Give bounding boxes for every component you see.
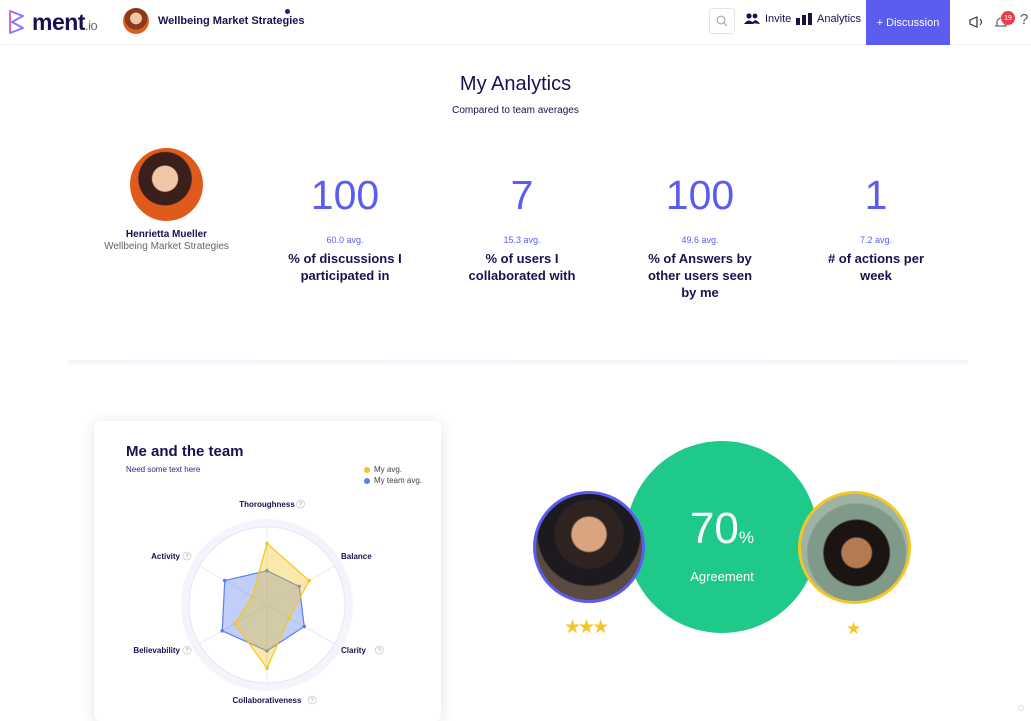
radar-series-team-point: [220, 629, 225, 633]
rating-stars-right: ★: [846, 619, 861, 639]
agreement-number: 70: [689, 504, 739, 553]
help-icon-mark: ?: [185, 554, 189, 560]
rating-stars-left: ★★★: [564, 616, 609, 639]
stat-label: % of users I collaborated with: [468, 251, 576, 283]
radar-axis-label: Balance: [341, 552, 372, 561]
stat-discussions: 100 60.0 avg. % of discussions I partici…: [265, 170, 425, 284]
top-navigation-bar: ment.io Wellbeing Market Strategies Invi…: [0, 0, 1031, 45]
stat-average: 15.3 avg.: [503, 235, 541, 245]
ment-logo[interactable]: ment.io: [6, 8, 98, 36]
user-avatar-left[interactable]: [533, 491, 645, 603]
logo-text: ment.io: [32, 8, 98, 35]
radar-axis-label: Collaborativeness: [233, 696, 302, 705]
radar-series-mine-point: [265, 541, 269, 546]
megaphone-icon[interactable]: [968, 15, 986, 29]
unread-dot: [285, 9, 290, 14]
help-icon[interactable]: ?: [1020, 11, 1028, 28]
profile-avatar: [130, 148, 203, 221]
agreement-unit: %: [738, 528, 755, 547]
star-icon: ★: [564, 617, 581, 638]
corner-indicator: [1018, 705, 1024, 711]
profile-team: Wellbeing Market Strategies: [104, 241, 229, 252]
radar-axis-label: Activity: [151, 552, 180, 561]
users-icon: [744, 13, 760, 24]
radar-axis-label: Thoroughness: [239, 500, 295, 509]
stat-average: 7.2 avg.: [859, 235, 893, 245]
search-button[interactable]: [709, 8, 735, 34]
agreement-value: 70%: [626, 504, 818, 554]
analytics-button[interactable]: Analytics: [796, 13, 861, 25]
new-discussion-button[interactable]: + Discussion: [866, 0, 950, 45]
profile-name: Henrietta Mueller: [125, 229, 208, 240]
section-divider: [68, 360, 968, 366]
radar-axis-label: Clarity: [341, 646, 366, 655]
search-icon: [716, 15, 728, 27]
stat-value: 100: [665, 172, 735, 218]
bar-chart-icon: [796, 13, 812, 25]
radar-chart: Thoroughness ? Balance Clarity ? Collaborativ…: [133, 499, 384, 705]
logo-mark-icon: [9, 10, 24, 34]
user-avatar-right[interactable]: [798, 491, 911, 604]
invite-button[interactable]: Invite: [743, 13, 791, 25]
star-icon: ★: [846, 619, 862, 638]
stat-label: % of discussions I participated in: [288, 251, 402, 283]
help-icon-mark: ?: [378, 648, 382, 654]
stat-collaborators: 7 15.3 avg. % of users I collaborated wi…: [442, 170, 602, 284]
invite-label: Invite: [765, 13, 792, 25]
analytics-label: Analytics: [817, 13, 862, 25]
radar-series-mine-point: [232, 621, 237, 626]
help-icon-mark: ?: [299, 502, 303, 508]
radar-series-mine-point: [250, 594, 255, 599]
stat-value: 100: [310, 172, 380, 218]
page-subtitle: Compared to team averages: [452, 105, 579, 116]
notification-badge: 19: [1001, 11, 1015, 25]
radar-series-mine-point: [265, 666, 269, 671]
stat-average: 49.6 avg.: [681, 235, 719, 245]
stat-average: 60.0 avg.: [326, 235, 364, 245]
radar-series-team-point: [302, 624, 307, 629]
agreement-label: Agreement: [690, 569, 754, 584]
stat-label: % of Answers by other users seen by me: [647, 251, 753, 300]
radar-series-mine-point: [307, 578, 312, 583]
stat-value: 7: [510, 172, 534, 218]
stat-answers-seen: 100 49.6 avg. % of Answers by other user…: [620, 170, 780, 301]
radar-axis-label: Believability: [133, 646, 180, 655]
radar-series-mine-point: [287, 616, 291, 620]
me-and-team-card: Me and the team Need some text here My a…: [94, 421, 441, 721]
help-icon-mark: ?: [185, 648, 189, 654]
page-title: My Analytics: [459, 73, 572, 95]
star-icon: ★: [578, 617, 595, 638]
star-icon: ★: [592, 617, 609, 638]
stat-actions-per-week: 1 7.2 avg. # of actions per week: [796, 170, 956, 284]
agreement-circle: 70% Agreement: [626, 441, 818, 633]
team-name[interactable]: Wellbeing Market Strategies: [158, 15, 305, 27]
stat-value: 1: [864, 172, 888, 218]
help-icon-mark: ?: [310, 698, 314, 704]
radar-series-team-point: [222, 578, 227, 583]
stat-label: # of actions per week: [827, 251, 925, 283]
team-avatar[interactable]: [123, 8, 149, 34]
